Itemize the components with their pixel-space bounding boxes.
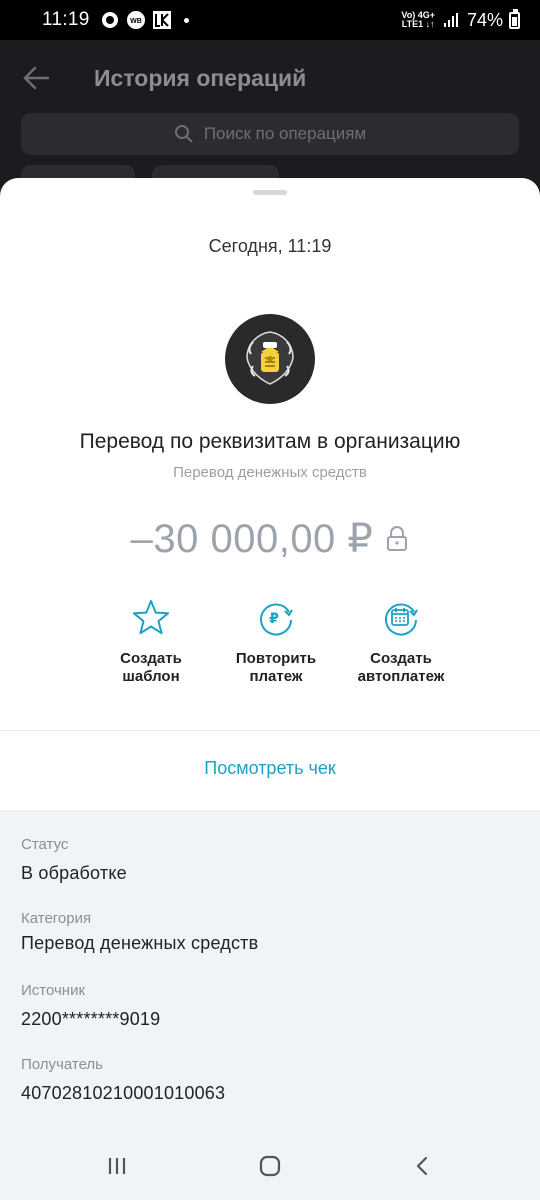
background-search-field[interactable]: Поиск по операциям — [21, 113, 519, 155]
svg-text:₽: ₽ — [269, 611, 279, 627]
background-header: История операций — [0, 40, 540, 116]
detail-value: 40702810210001010063 — [21, 1083, 226, 1103]
bank-emblem-icon — [246, 331, 294, 385]
create-template-label: Создать шаблон — [120, 650, 182, 685]
lock-icon — [387, 526, 408, 551]
detail-label: Источник — [21, 982, 86, 999]
status-bar: 11:19 WB Vo) 4G+ LTE1 ↓↑ 74% — [0, 0, 540, 40]
detail-value: В обработке — [21, 863, 127, 883]
view-receipt-link[interactable]: Посмотреть чек — [0, 758, 540, 779]
back-icon — [417, 1156, 428, 1176]
back-arrow-icon[interactable] — [20, 62, 52, 94]
recent-apps-icon — [108, 1158, 125, 1174]
background-screen: История операций Поиск по операциям — [0, 40, 540, 200]
back-button[interactable] — [403, 1146, 443, 1186]
battery-percent: 74% — [466, 9, 503, 30]
signal-icon — [441, 10, 461, 30]
operation-details-sheet: Сегодня, 11:19 Перевод по реквизитам в о… — [0, 178, 540, 1132]
search-placeholder: Поиск по операциям — [203, 124, 367, 143]
repeat-payment-button[interactable]: ₽ Повторить платеж — [221, 598, 331, 686]
amount-row: –30 000,00 ₽ — [0, 516, 540, 562]
create-autopay-button[interactable]: Создать автоплатеж — [346, 598, 456, 686]
lukoil-notification-icon — [152, 10, 172, 30]
background-title: История операций — [94, 64, 307, 91]
operation-details: Статус В обработке Категория Перевод ден… — [0, 810, 540, 1132]
network-indicator: Vo) 4G+ LTE1 ↓↑ — [401, 10, 435, 29]
detail-value: Перевод денежных средств — [21, 933, 259, 953]
recent-apps-button[interactable] — [97, 1146, 137, 1186]
operation-date: Сегодня, 11:19 — [208, 236, 332, 256]
status-right: Vo) 4G+ LTE1 ↓↑ 74% — [401, 8, 520, 31]
operation-amount: –30 000,00 ₽ — [130, 517, 374, 561]
operation-subtitle: Перевод денежных средств — [173, 464, 367, 481]
detail-status: Статус В обработке — [21, 836, 127, 884]
calendar-autopay-icon — [381, 598, 421, 638]
home-button[interactable] — [250, 1146, 290, 1186]
detail-recipient: Получатель 40702810210001010063 — [21, 1056, 225, 1104]
repeat-payment-icon: ₽ — [256, 598, 296, 638]
detail-label: Категория — [21, 910, 92, 927]
create-template-button[interactable]: Создать шаблон — [96, 598, 206, 686]
detail-value: 2200********9019 — [21, 1009, 161, 1029]
sheet-drag-handle[interactable] — [253, 190, 287, 195]
operation-title: Перевод по реквизитам в организацию — [79, 430, 461, 453]
system-navigation-bar — [0, 1132, 540, 1200]
notification-icons: WB — [100, 10, 189, 30]
star-icon — [131, 598, 171, 638]
repeat-payment-label: Повторить платеж — [235, 650, 317, 685]
detail-source: Источник 2200********9019 — [21, 982, 160, 1030]
home-icon — [259, 1155, 281, 1177]
svg-text:WB: WB — [130, 18, 142, 25]
divider — [0, 730, 540, 731]
more-notifications-dot — [183, 17, 189, 23]
app-notification-icon — [100, 10, 120, 30]
detail-category: Категория Перевод денежных средств — [21, 910, 258, 954]
create-autopay-label: Создать автоплатеж — [357, 650, 445, 685]
detail-label: Получатель — [21, 1056, 103, 1073]
battery-icon — [509, 8, 520, 29]
bank-logo — [225, 314, 315, 404]
status-time: 11:19 — [42, 9, 90, 30]
actions-row: Создать шаблон ₽ Повторить платеж Создат… — [0, 598, 540, 686]
detail-label: Статус — [21, 836, 69, 853]
wb-notification-icon: WB — [126, 10, 146, 30]
search-icon — [174, 125, 193, 143]
